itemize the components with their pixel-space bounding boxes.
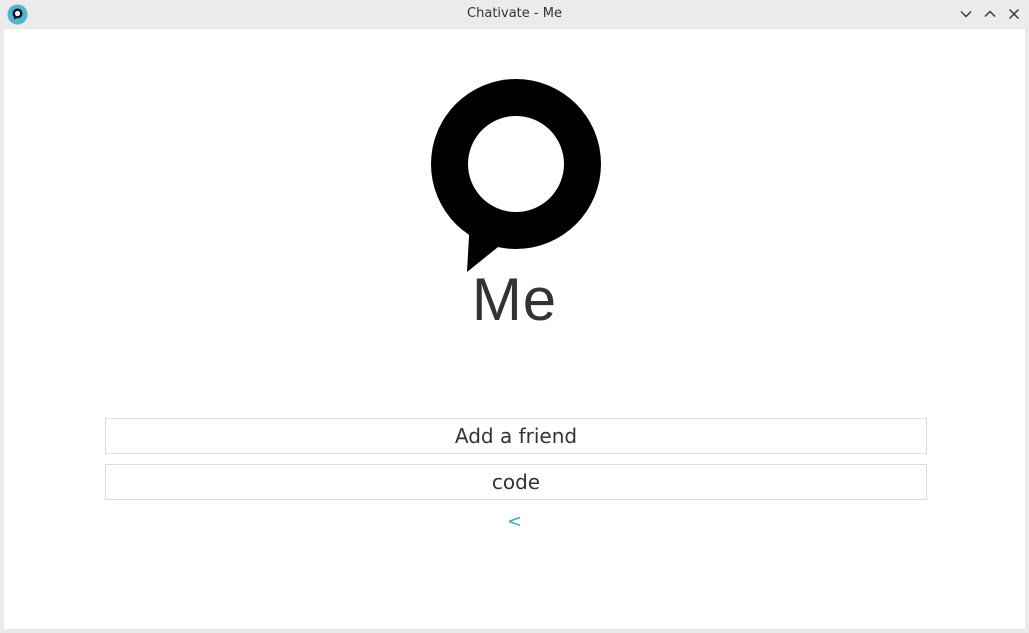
close-icon [1009, 9, 1019, 19]
titlebar: Chativate - Me [0, 0, 1029, 29]
code-field[interactable]: code [105, 464, 927, 500]
main-content: Me Add a friend code < [4, 29, 1025, 629]
close-button[interactable] [1005, 5, 1023, 23]
chevron-down-icon [960, 11, 972, 18]
window-title: Chativate - Me [467, 6, 562, 21]
back-button[interactable]: < [4, 511, 1025, 532]
chevron-up-icon [984, 10, 996, 17]
minimize-button[interactable] [957, 5, 975, 23]
page-title: Me [471, 266, 558, 333]
add-friend-button[interactable]: Add a friend [105, 418, 927, 454]
chat-bubble-logo-icon [431, 79, 601, 272]
app-window: Chativate - Me Me Add a friend code < [0, 0, 1029, 633]
maximize-button[interactable] [981, 5, 999, 23]
